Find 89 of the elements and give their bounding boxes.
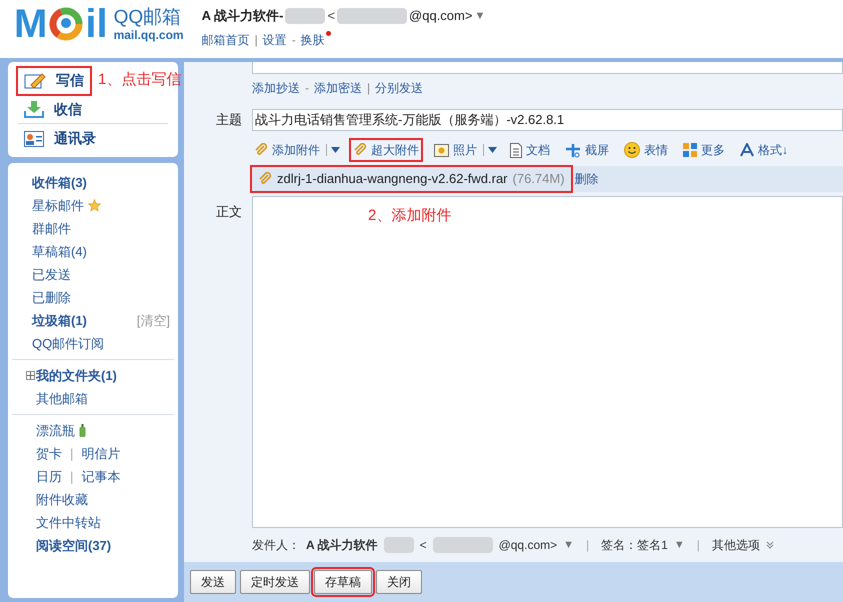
toolbar-button[interactable]: 格式↓	[738, 140, 790, 160]
paperclip-icon	[254, 143, 268, 157]
paperclip-icon	[353, 143, 367, 157]
header-link[interactable]: 邮箱首页	[202, 30, 250, 48]
link-separator: |	[70, 468, 74, 486]
compose-button[interactable]: 存草稿	[314, 570, 372, 594]
folder-link[interactable]: 星标邮件	[32, 196, 84, 216]
sidebar-action[interactable]: 收信	[18, 96, 88, 122]
sidebar-action[interactable]: 写信	[18, 68, 90, 94]
smiley-icon	[624, 142, 640, 158]
folder-link[interactable]: 已删除	[32, 288, 71, 308]
toolbar-button[interactable]: 截屏	[563, 140, 611, 160]
compose-button[interactable]: 关闭	[376, 570, 422, 594]
other-options-link[interactable]: 其他选项	[712, 536, 760, 554]
option-separator: |	[586, 537, 590, 554]
grid-icon	[683, 143, 697, 157]
subject-field[interactable]: 战斗力电话销售管理系统-万能版（服务端）-v2.62.8.1	[252, 109, 843, 131]
toolbar-button[interactable]: 照片	[432, 140, 479, 160]
font-icon	[740, 143, 754, 157]
signature-caret[interactable]: ▼	[674, 536, 685, 554]
signature-select[interactable]: 签名：签名1	[601, 536, 668, 554]
folder-link[interactable]: 附件收藏	[36, 490, 88, 510]
header-link[interactable]: 换肤	[300, 30, 331, 48]
account-name: A 战斗力软件-	[202, 7, 284, 25]
bracket-text: <	[327, 7, 336, 25]
toolbar-button[interactable]: 文档	[508, 140, 552, 160]
attachment-item[interactable]: zdlrj-1-dianhua-wangneng-v2.62-fwd.rar (76.74M)	[252, 167, 571, 191]
blurred-text	[384, 537, 414, 553]
document-icon	[510, 142, 522, 158]
compose-button[interactable]: 定时发送	[240, 570, 310, 594]
link-separator: -	[292, 32, 296, 48]
option-separator: |	[696, 537, 700, 554]
folder-link[interactable]: QQ邮件订阅	[32, 334, 104, 354]
photo-icon	[434, 144, 449, 156]
subject-label: 主题	[216, 111, 243, 130]
expand-icon[interactable]	[26, 371, 35, 380]
sender-caret[interactable]: ▼	[563, 536, 574, 554]
bottle-icon	[79, 424, 86, 437]
folder-link[interactable]: 群邮件	[32, 218, 71, 238]
paperclip-icon	[258, 172, 272, 186]
folder-link[interactable]: 已发送	[32, 264, 71, 284]
folder-link[interactable]: 日历	[36, 466, 62, 486]
link-separator: |	[70, 444, 74, 463]
sender-email: @qq.com>	[498, 537, 558, 554]
compose-button[interactable]: 发送	[190, 570, 236, 594]
toolbar-button[interactable]: 表情	[622, 140, 670, 160]
delete-link[interactable]: 删除	[574, 170, 599, 188]
compose-link[interactable]: 添加密送	[314, 79, 362, 97]
sender-label: 发件人：	[252, 537, 300, 554]
sidebar-action[interactable]: 通讯录	[18, 126, 102, 152]
account-email: @qq.com>	[409, 7, 472, 25]
folder-link[interactable]: 漂流瓶	[36, 420, 75, 440]
annotation-text: 2、添加附件	[368, 206, 452, 226]
toolbar-button[interactable]: 超大附件	[351, 140, 421, 160]
inbox-icon	[24, 100, 44, 118]
folder-link[interactable]: 其他邮箱	[36, 388, 88, 408]
bracket-text: <	[420, 537, 427, 554]
folder-link[interactable]: 文件中转站	[36, 512, 101, 532]
folder-link[interactable]: 贺卡	[36, 444, 62, 464]
header-link[interactable]: 设置	[262, 30, 287, 48]
dropdown-caret-icon[interactable]	[488, 147, 497, 153]
link-separator: |	[254, 32, 258, 48]
body-label: 正文	[216, 203, 243, 221]
blurred-text	[432, 537, 493, 553]
compose-link[interactable]: 添加抄送	[252, 79, 300, 97]
contact-card-icon	[24, 130, 44, 146]
compose-link[interactable]: 分别发送	[375, 79, 424, 97]
body-editor[interactable]: 2、添加附件	[252, 196, 843, 528]
folder-link[interactable]: 草稿箱(4)	[32, 242, 87, 262]
sender-name: A 战斗力软件	[306, 537, 378, 554]
toolbar-button[interactable]: 更多	[681, 140, 727, 160]
link-separator: |	[367, 80, 370, 97]
folder-link[interactable]: 我的文件夹(1)	[36, 366, 117, 386]
pencil-icon	[24, 72, 46, 90]
folder-link[interactable]: 记事本	[81, 466, 120, 486]
folder-link[interactable]: 收件箱(3)	[32, 172, 87, 192]
blurred-text	[285, 8, 326, 24]
folder-link[interactable]: 垃圾箱(1)	[32, 310, 87, 330]
link-separator: -	[305, 80, 309, 97]
blurred-text	[337, 8, 408, 24]
annotation-text: 1、点击写信	[98, 70, 182, 90]
double-chevron-icon	[766, 541, 774, 549]
folder-link[interactable]: 阅读空间(37)	[36, 536, 112, 556]
account-menu-caret[interactable]: ▼	[474, 8, 486, 24]
dropdown-caret-icon[interactable]	[331, 147, 340, 153]
star-icon	[88, 199, 101, 212]
folder-link[interactable]: 明信片	[81, 444, 120, 464]
recipient-field[interactable]	[252, 62, 843, 74]
toolbar-button[interactable]: 添加附件	[252, 140, 322, 160]
